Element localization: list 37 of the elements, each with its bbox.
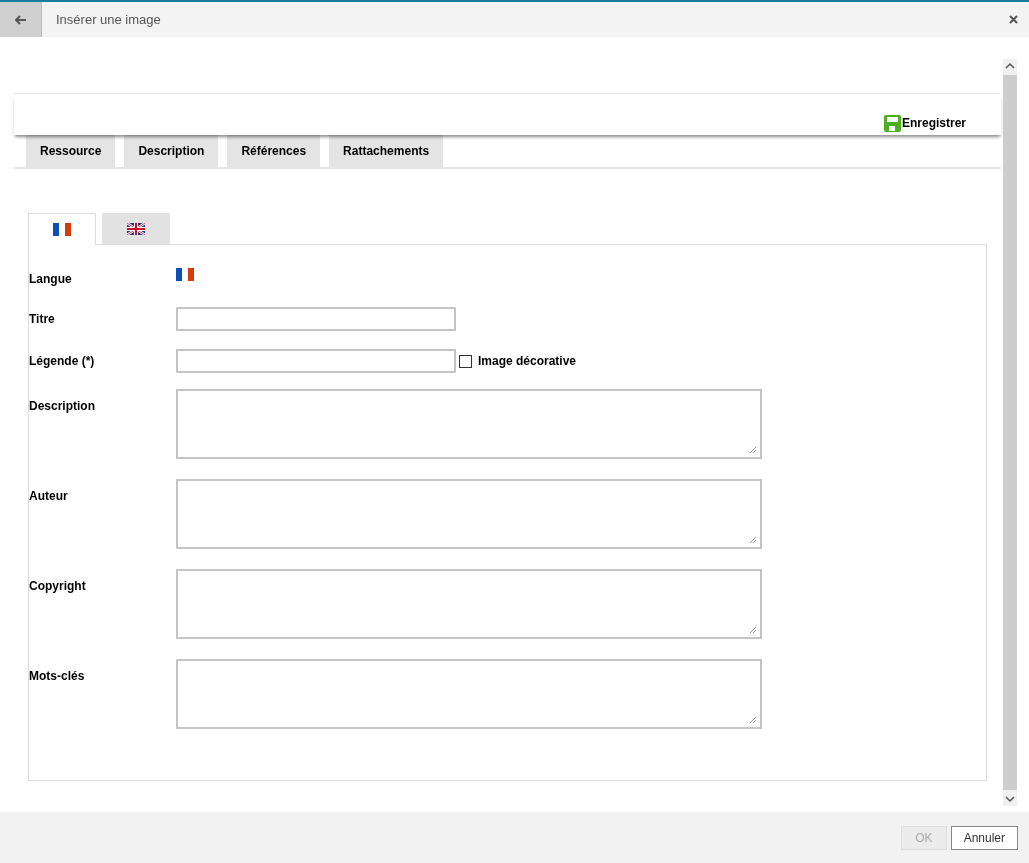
text-area[interactable] [176, 389, 762, 459]
flag-icon [127, 222, 145, 235]
tab[interactable]: Références [227, 135, 321, 167]
language-tab[interactable] [28, 213, 96, 245]
text-area[interactable] [176, 479, 762, 549]
checkbox[interactable] [459, 354, 472, 368]
tab[interactable]: Rattachements [329, 135, 444, 167]
resize-grip-icon[interactable] [749, 446, 757, 454]
field-label: Description [29, 399, 95, 413]
language-tab[interactable] [102, 213, 170, 244]
back-arrow-icon [14, 14, 27, 25]
scrollbar-thumb[interactable] [1003, 75, 1017, 790]
text-area[interactable] [176, 659, 762, 729]
field-label: Mots-clés [29, 669, 85, 683]
scroll-down-icon[interactable] [1003, 790, 1017, 806]
dialog-button[interactable]: Annuler [950, 825, 1018, 850]
input-field[interactable] [176, 307, 456, 331]
field-label: Légende (*) [29, 353, 96, 370]
flag-icon [53, 223, 71, 236]
scroll-up-icon[interactable] [1003, 59, 1017, 75]
input-field[interactable] [176, 349, 456, 373]
back-button[interactable] [0, 2, 42, 37]
field-label: Langue [29, 271, 73, 288]
checkbox-label: Image décorative [478, 353, 577, 370]
tab[interactable]: Description [124, 135, 219, 167]
field-label: Copyright [29, 579, 86, 593]
field-label: Auteur [29, 489, 68, 503]
window-title: Insérer une image [56, 10, 161, 29]
resize-grip-icon[interactable] [749, 626, 757, 634]
text-area[interactable] [176, 569, 762, 639]
resize-grip-icon[interactable] [749, 536, 757, 544]
resize-grip-icon[interactable] [749, 716, 757, 724]
field-label: Titre [29, 311, 56, 328]
tab[interactable]: Ressource [26, 135, 116, 167]
flag-icon [176, 267, 194, 281]
close-icon[interactable] [1009, 15, 1018, 24]
save-button[interactable]: Enregistrer [883, 114, 966, 132]
